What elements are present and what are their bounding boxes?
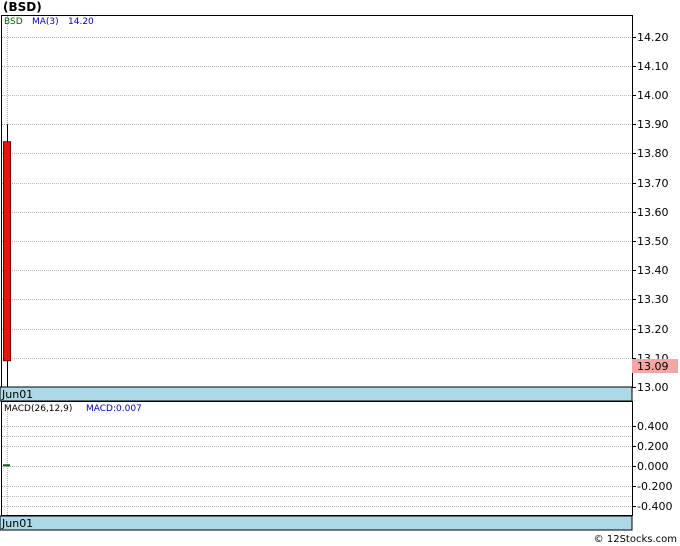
site-credit: © 12Stocks.com <box>594 534 677 545</box>
price-plot-frame <box>1 15 633 388</box>
legend-ma-label: MA(3) <box>32 17 59 27</box>
macd-date-label: Jun01 <box>1 517 33 530</box>
price-tick-label: 13.80 <box>637 147 669 160</box>
legend-ma-value: 14.20 <box>68 17 94 27</box>
price-tick-label: 13.50 <box>637 235 669 248</box>
price-date-axis-bar <box>0 386 633 402</box>
price-legend: BSD MA(3) 14.20 <box>4 17 94 27</box>
macd-tick-label: -0.400 <box>637 500 672 513</box>
price-tick-label: 13.20 <box>637 323 669 336</box>
price-tick-label: 13.30 <box>637 293 669 306</box>
macd-y-axis: 0.400 0.200 0.000 -0.200 -0.400 <box>632 420 672 513</box>
macd-tick-label: 0.200 <box>637 440 669 453</box>
price-tick-label: 13.70 <box>637 177 669 190</box>
price-candles <box>3 124 11 387</box>
price-tick-label: 13.90 <box>637 118 669 131</box>
symbol-title: (BSD) <box>3 0 42 14</box>
price-tick-label: 14.10 <box>637 60 669 73</box>
macd-tick-label: -0.200 <box>637 480 672 493</box>
price-tick-label: 13.00 <box>637 381 669 394</box>
price-tick-label: 14.20 <box>637 31 669 44</box>
macd-date-axis-bar <box>0 515 633 531</box>
macd-plot-frame <box>1 401 633 516</box>
price-tick-label: 14.00 <box>637 89 669 102</box>
macd-tick-label: 0.400 <box>637 420 669 433</box>
candle-body <box>3 141 11 362</box>
macd-legend-value: MACD:0.007 <box>86 404 142 414</box>
price-tick-label: 13.60 <box>637 206 669 219</box>
macd-tick-label: 0.000 <box>637 460 669 473</box>
macd-legend-params: MACD(26,12,9) <box>4 404 72 414</box>
stock-chart: (BSD) 14.20 14.10 14.00 13.90 13.80 13.70 13.6… <box>0 0 678 545</box>
price-grid <box>2 16 632 387</box>
macd-legend: MACD(26,12,9) MACD:0.007 <box>4 404 142 414</box>
last-price-label: 13.09 <box>637 360 669 373</box>
price-date-label: Jun01 <box>1 388 33 401</box>
price-y-axis: 14.20 14.10 14.00 13.90 13.80 13.70 13.60 13.50… <box>632 31 669 394</box>
macd-grid <box>2 402 632 516</box>
price-tick-label: 13.40 <box>637 264 669 277</box>
legend-symbol: BSD <box>4 17 23 27</box>
